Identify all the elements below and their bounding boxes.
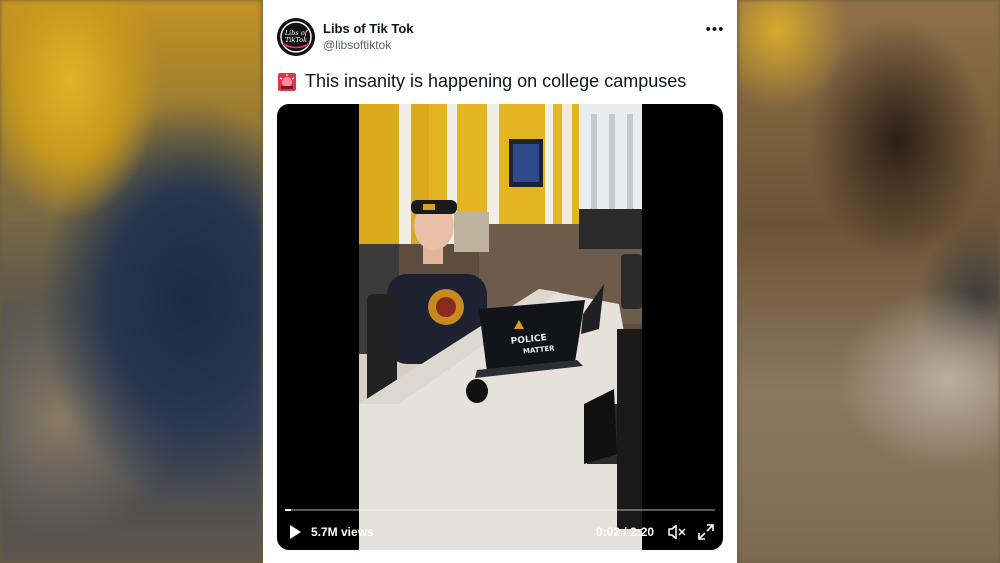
avatar-text-line2: TikTok bbox=[285, 36, 307, 44]
play-icon[interactable] bbox=[287, 524, 303, 540]
police-siren-icon bbox=[278, 72, 296, 91]
tweet-text: This insanity is happening on college ca… bbox=[305, 71, 687, 91]
video-timer: 0:02 / 2:20 bbox=[596, 525, 655, 539]
view-count: 5.7M views bbox=[311, 525, 374, 539]
blurred-background-right bbox=[738, 0, 1000, 563]
display-name[interactable]: Libs of Tik Tok bbox=[323, 21, 414, 36]
avatar-logo: Libs of TikTok bbox=[277, 18, 315, 56]
volume-mute-icon[interactable] bbox=[668, 524, 686, 540]
video-still: POLICE MATTER bbox=[359, 104, 642, 550]
video-player[interactable]: POLICE MATTER 5.7M views 0:02 / 2:20 bbox=[277, 104, 723, 550]
blurred-background-left bbox=[0, 0, 262, 563]
fullscreen-icon[interactable] bbox=[697, 523, 715, 541]
progress-bar[interactable] bbox=[285, 509, 715, 511]
tweet-card: Libs of TikTok Libs of Tik Tok @libsofti… bbox=[263, 0, 737, 563]
video-frame[interactable]: POLICE MATTER bbox=[359, 104, 642, 550]
tweet-text-row: This insanity is happening on college ca… bbox=[277, 71, 727, 92]
progress-fill bbox=[285, 509, 292, 511]
more-dots-icon[interactable]: ••• bbox=[703, 20, 727, 38]
user-handle[interactable]: @libsoftiktok bbox=[323, 38, 391, 52]
avatar[interactable]: Libs of TikTok bbox=[277, 18, 315, 56]
